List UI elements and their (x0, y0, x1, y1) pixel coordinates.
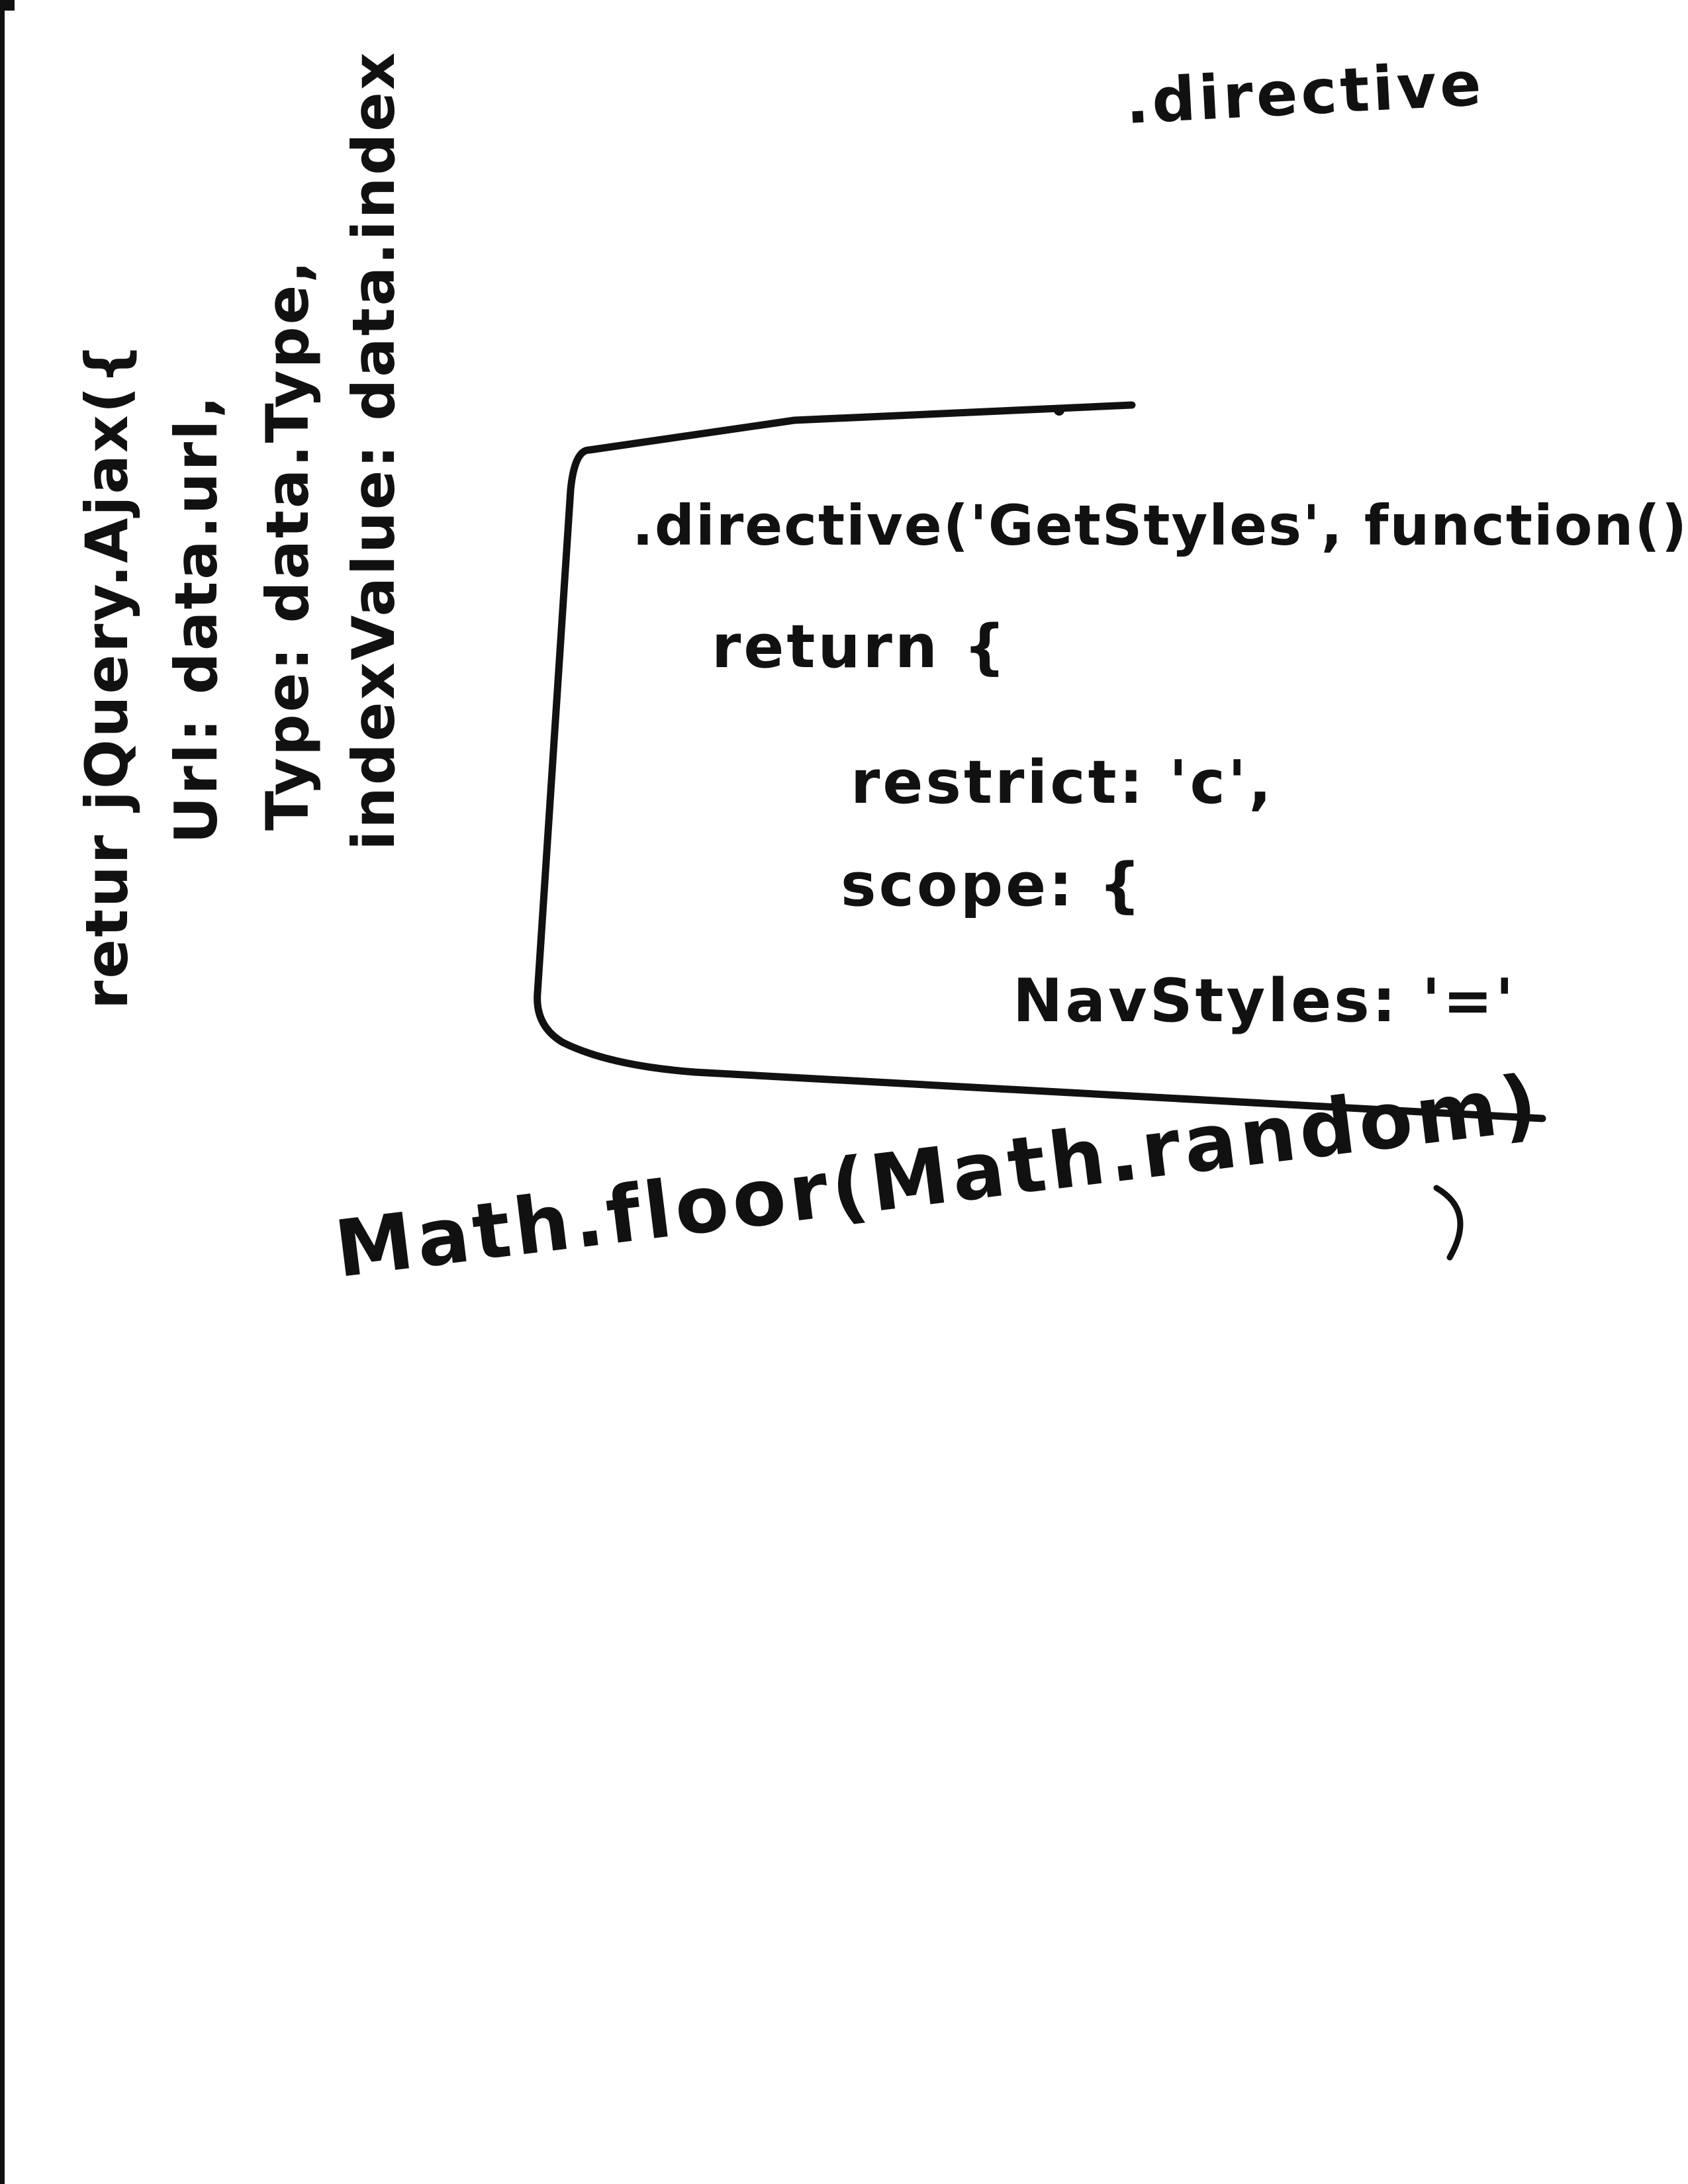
code-line-restrict: restrict: 'c', (851, 748, 1274, 817)
code-line-navstyles: NavStyles: '=' (1013, 966, 1517, 1036)
handwritten-page: .directive retur jQuery.Ajax({ Url: data… (0, 0, 1688, 2184)
code-line-scope: scope: { (841, 850, 1144, 920)
code-line-directive: .directive('GetStyles', function() (632, 493, 1688, 558)
code-line-return: return { (712, 612, 1009, 682)
